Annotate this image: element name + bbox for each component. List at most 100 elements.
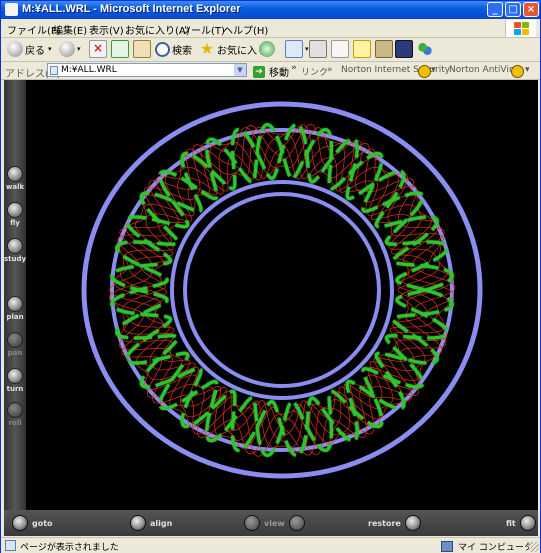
mail-icon: [285, 40, 303, 58]
fit-label: fit: [506, 518, 516, 528]
menu-help[interactable]: ヘルプ(H): [223, 22, 268, 37]
menu-view[interactable]: 表示(V): [89, 22, 124, 37]
align-button[interactable]: align: [126, 515, 172, 531]
3d-scene[interactable]: [26, 80, 538, 510]
view-prev-icon[interactable]: [244, 515, 260, 531]
back-label: 戻る: [25, 45, 45, 57]
security-zone: マイ コンピュータ: [441, 540, 533, 553]
go-arrow-icon: ➔: [253, 65, 265, 78]
history-button[interactable]: [259, 40, 277, 58]
fit-icon: [519, 515, 536, 531]
home-icon: [133, 40, 151, 58]
close-button[interactable]: ×: [523, 2, 539, 17]
walk-button[interactable]: walk: [4, 166, 26, 191]
window-title: M:¥ALL.WRL - Microsoft Internet Explorer: [22, 3, 241, 15]
plan-icon: [7, 296, 23, 312]
document-icon: [50, 66, 58, 75]
address-dropdown-icon[interactable]: ▼: [234, 64, 246, 76]
fit-button[interactable]: fit: [506, 515, 540, 531]
back-arrow-icon: [7, 41, 23, 57]
toolbar-chevron[interactable]: »: [291, 63, 297, 73]
menu-tools[interactable]: ツール(T): [181, 22, 225, 37]
research-icon: [375, 40, 393, 58]
history-icon: [259, 41, 275, 57]
align-icon: [130, 515, 146, 531]
restore-button[interactable]: restore: [368, 515, 425, 531]
print-button[interactable]: [309, 40, 329, 58]
norton-antivirus-dropdown-icon[interactable]: ▾: [525, 65, 530, 75]
discuss-button[interactable]: [353, 40, 373, 58]
plan-button[interactable]: plan: [4, 296, 26, 321]
goto-icon: [12, 515, 28, 531]
fly-icon: [7, 202, 23, 218]
maximize-button[interactable]: □: [505, 2, 521, 17]
stop-button[interactable]: ×: [89, 40, 109, 58]
menu-favorites[interactable]: お気に入り(A): [125, 22, 190, 37]
star-icon: ★: [199, 39, 215, 58]
plan-label: plan: [6, 313, 24, 321]
ring-3: [183, 192, 381, 388]
users-button[interactable]: [417, 40, 435, 58]
ie-window: M:¥ALL.WRL - Microsoft Internet Explorer…: [0, 0, 541, 553]
stop-icon: ×: [89, 40, 107, 58]
page-loaded-icon: [5, 540, 16, 551]
address-value: M:¥ALL.WRL: [61, 65, 117, 75]
refresh-icon: [111, 40, 129, 58]
norton-antivirus-icon[interactable]: [511, 65, 524, 78]
restore-icon: [404, 515, 421, 531]
windows-logo-icon: [505, 20, 536, 37]
resize-grip[interactable]: [529, 542, 539, 552]
norton-security-icon[interactable]: [418, 65, 431, 78]
monitor-icon: [395, 40, 413, 58]
toroidal-field-visualization: [81, 101, 483, 479]
links-chevron[interactable]: »: [327, 65, 333, 75]
title-bar[interactable]: M:¥ALL.WRL - Microsoft Internet Explorer…: [1, 1, 540, 19]
computer-icon: [441, 541, 453, 552]
ring-2: [170, 180, 394, 400]
turn-icon: [7, 368, 23, 384]
mail-button[interactable]: ▾: [285, 40, 309, 58]
goto-button[interactable]: goto: [8, 515, 53, 531]
zone-label: マイ コンピュータ: [458, 543, 533, 553]
status-text: ページが表示されました: [20, 543, 119, 553]
norton-dropdown-icon[interactable]: ▾: [431, 65, 436, 75]
walk-label: walk: [5, 183, 25, 191]
turn-button[interactable]: turn: [4, 368, 26, 393]
pan-label: pan: [7, 349, 23, 357]
minimize-button[interactable]: _: [487, 2, 503, 17]
go-button[interactable]: ➔ 移動: [253, 64, 289, 79]
home-button[interactable]: [133, 40, 153, 58]
view-next-icon[interactable]: [288, 515, 305, 531]
menu-edit[interactable]: 編集(E): [53, 22, 87, 37]
messenger-button[interactable]: [395, 40, 415, 58]
pan-button[interactable]: pan: [4, 332, 26, 357]
view-label: view: [264, 518, 285, 528]
refresh-button[interactable]: [111, 40, 131, 58]
address-bar: アドレス(D) M:¥ALL.WRL ▼ ➔ 移動 » リンク » Norton…: [1, 62, 540, 80]
edit-button[interactable]: [331, 40, 351, 58]
go-label: 移動: [269, 68, 289, 79]
fly-label: fly: [10, 219, 20, 227]
research-button[interactable]: [375, 40, 395, 58]
address-input[interactable]: M:¥ALL.WRL ▼: [47, 63, 247, 77]
navigation-panel: walk fly study plan pan turn roll: [4, 80, 26, 536]
walk-icon: [7, 166, 23, 182]
roll-button[interactable]: roll: [4, 402, 26, 427]
roll-label: roll: [8, 419, 22, 427]
restore-label: restore: [368, 518, 401, 528]
ie-app-icon: [5, 3, 18, 16]
favorites-button[interactable]: ★ お気に入り: [199, 40, 267, 58]
turn-label: turn: [6, 385, 24, 393]
search-icon: [155, 41, 170, 57]
fly-button[interactable]: fly: [4, 202, 26, 227]
status-bar: ページが表示されました マイ コンピュータ: [1, 537, 540, 553]
forward-button[interactable]: ▾: [59, 40, 81, 58]
menu-bar: ファイル(F) 編集(E) 表示(V) お気に入り(A) ツール(T) ヘルプ(…: [1, 19, 540, 38]
links-label[interactable]: リンク: [301, 65, 328, 78]
view-control[interactable]: view: [240, 515, 309, 531]
back-button[interactable]: 戻る ▾: [7, 40, 52, 58]
search-label: 検索: [172, 45, 192, 57]
forward-arrow-icon: [59, 41, 75, 57]
study-button[interactable]: study: [4, 238, 26, 263]
search-button[interactable]: 検索: [155, 40, 192, 58]
